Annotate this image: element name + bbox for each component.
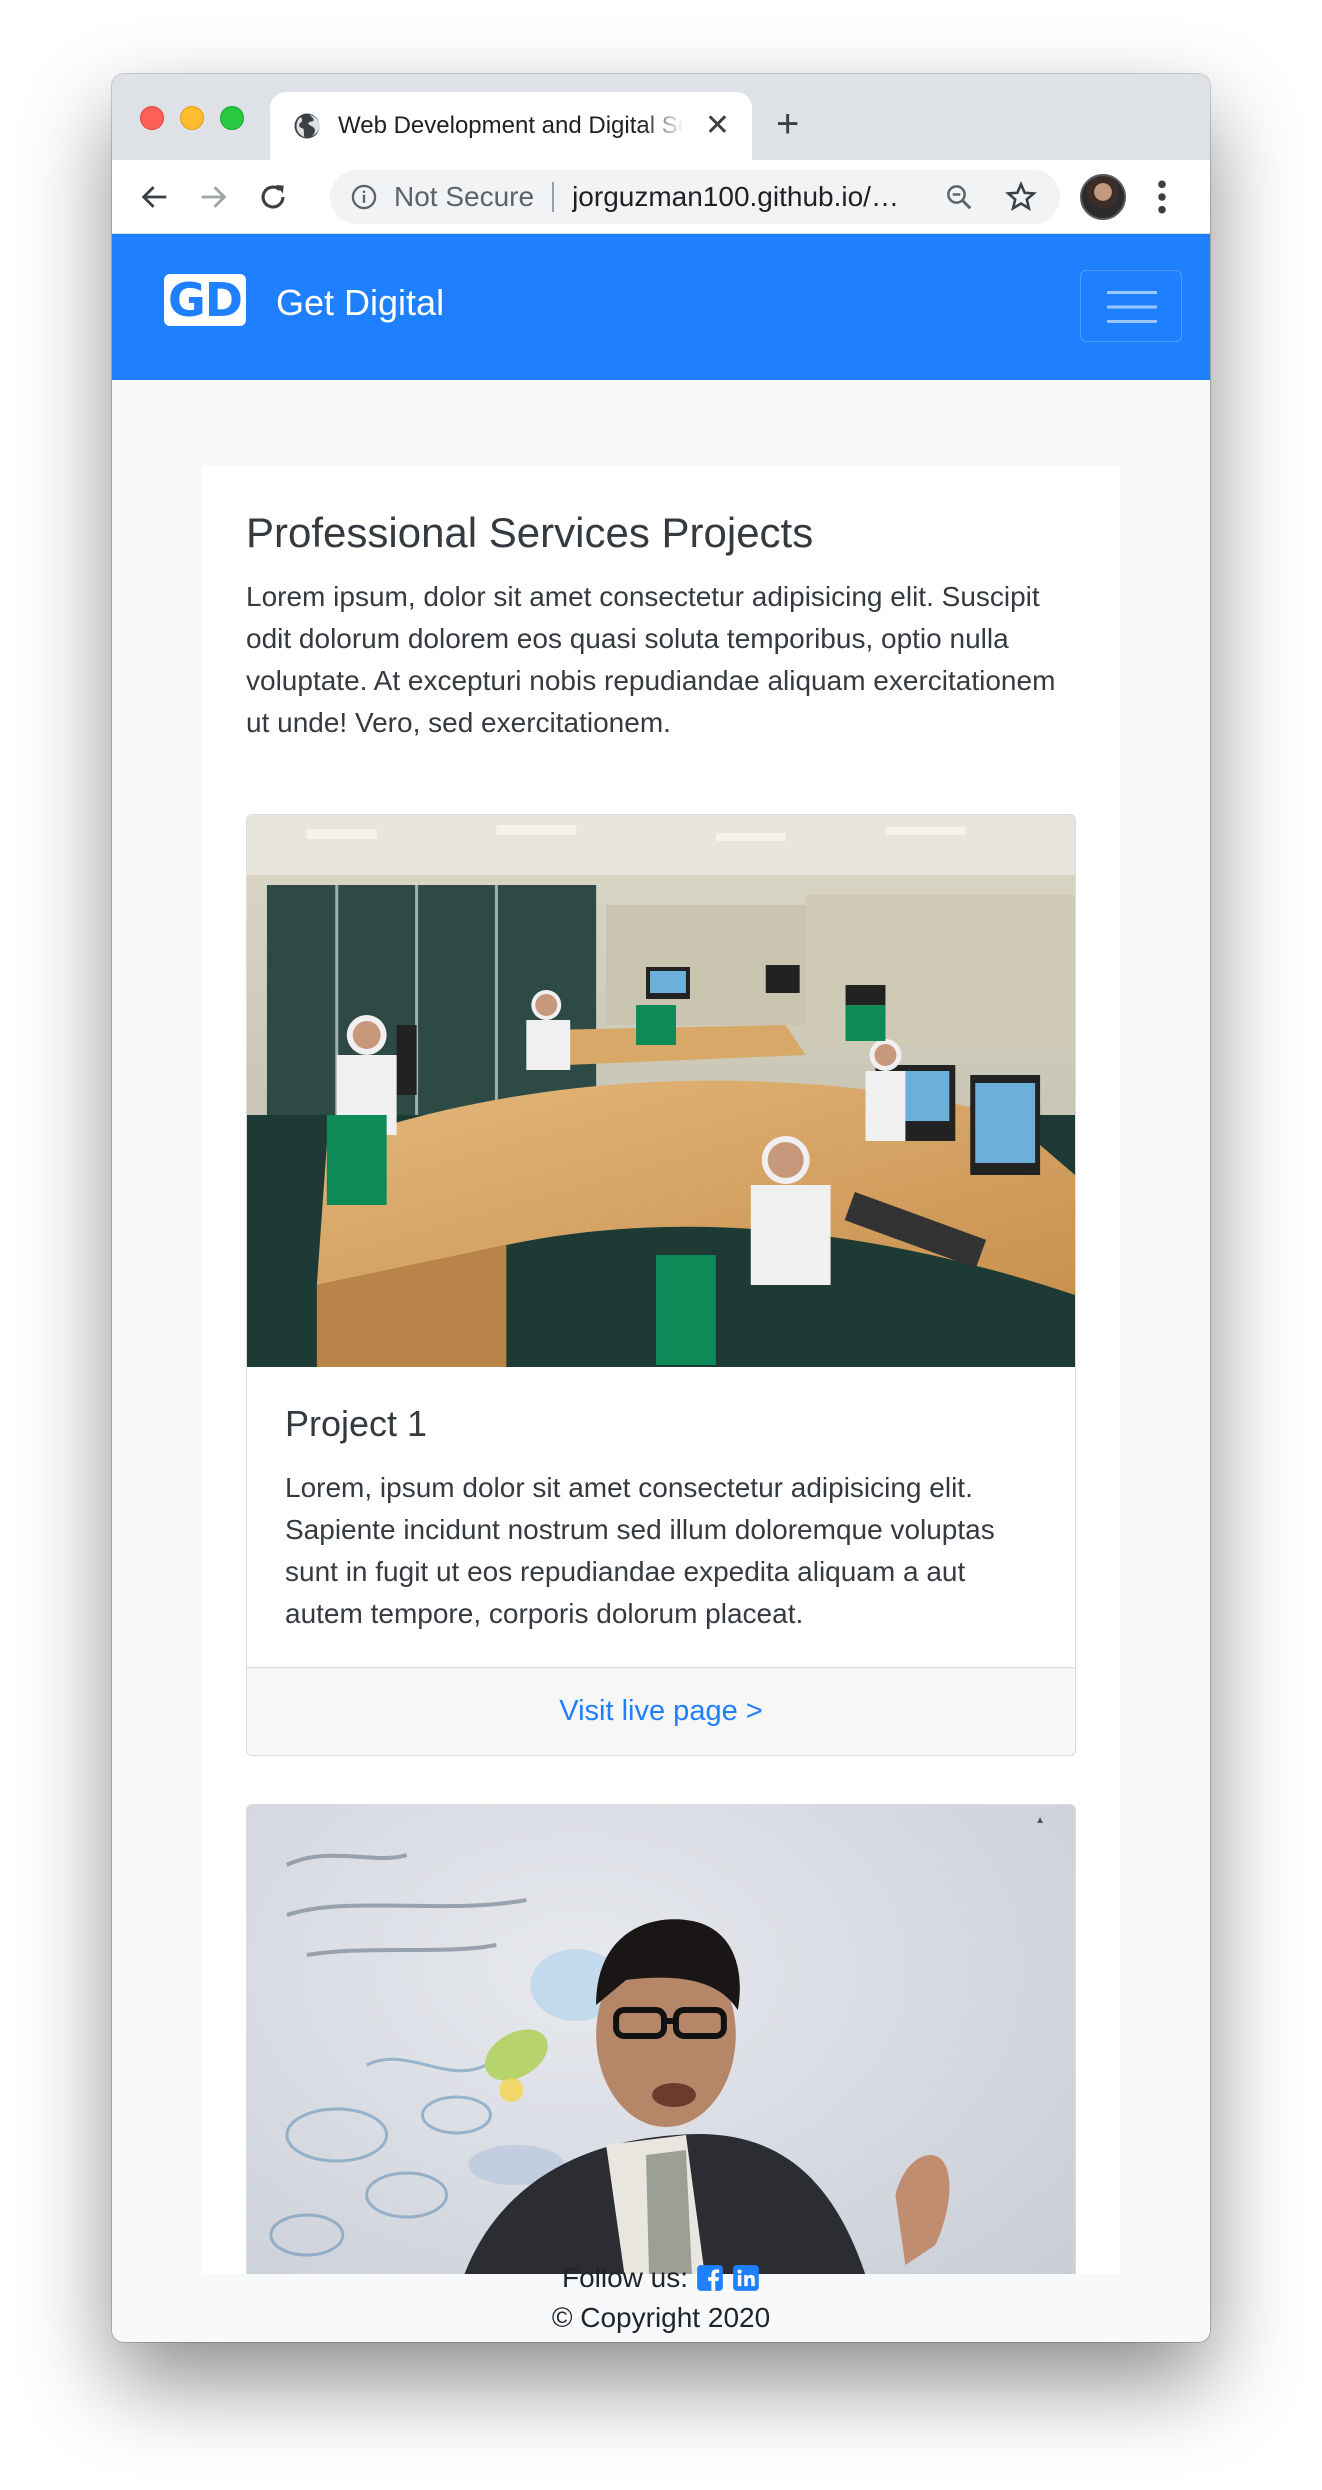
close-window-button[interactable] — [140, 106, 164, 130]
url-text[interactable]: jorguzman100.github.io/… — [572, 181, 922, 213]
brand-logo[interactable]: GD — [164, 274, 246, 326]
section-intro: Lorem ipsum, dolor sit amet consectetur … — [246, 581, 1056, 739]
security-label: Not Secure — [394, 181, 535, 212]
linkedin-icon[interactable] — [732, 2264, 760, 2292]
project-description: Lorem, ipsum dolor sit amet consectetur … — [285, 1472, 995, 1629]
speaker-photo: ▲ — [247, 1805, 1075, 2274]
hamburger-icon — [1107, 291, 1157, 323]
info-icon[interactable] — [350, 183, 378, 211]
back-arrow-icon[interactable] — [138, 180, 172, 214]
zoom-icon[interactable] — [944, 182, 974, 212]
maximize-window-button[interactable] — [220, 106, 244, 130]
browser-tab[interactable]: Web Development and Digital Services ✕ — [270, 92, 752, 160]
section-title: Professional Services Projects — [246, 509, 814, 556]
divider — [552, 182, 555, 212]
tab-strip: Web Development and Digital Services ✕ + — [112, 74, 1210, 160]
forward-arrow-icon[interactable] — [196, 180, 230, 214]
office-photo — [247, 815, 1075, 1367]
project-title: Project 1 — [285, 1403, 428, 1444]
facebook-icon[interactable] — [696, 2264, 724, 2292]
browser-window: Web Development and Digital Services ✕ +… — [112, 74, 1210, 2342]
close-tab-icon[interactable]: ✕ — [705, 111, 730, 141]
site-footer: Follow us: © Copyright 2020 — [112, 2262, 1210, 2342]
globe-icon — [294, 113, 320, 139]
follow-label: Follow us: — [561, 2262, 689, 2293]
site-navbar: GD Get Digital — [112, 234, 1210, 380]
page-content: Professional Services Projects Lorem ips… — [112, 380, 1210, 2274]
new-tab-button[interactable]: + — [776, 104, 799, 144]
visit-live-page-link[interactable]: Visit live page > — [559, 1695, 762, 1728]
tab-title: Web Development and Digital Services — [338, 112, 684, 139]
card-body: Project 1 Lorem, ipsum dolor sit amet co… — [247, 1367, 1075, 1667]
project-card: ▲ — [246, 1804, 1076, 2274]
brand-name[interactable]: Get Digital — [276, 282, 444, 324]
kebab-menu-icon[interactable] — [1152, 178, 1172, 216]
navbar-toggle-button[interactable] — [1080, 270, 1182, 342]
svg-text:▲: ▲ — [1035, 1815, 1045, 1826]
browser-toolbar: Not Secure jorguzman100.github.io/… — [112, 160, 1210, 234]
follow-row: Follow us: — [112, 2262, 1210, 2294]
projects-section: Professional Services Projects Lorem ips… — [202, 466, 1120, 2274]
avatar[interactable] — [1080, 174, 1126, 220]
card-footer: Visit live page > — [247, 1667, 1075, 1755]
star-icon[interactable] — [1004, 180, 1038, 214]
address-bar[interactable]: Not Secure jorguzman100.github.io/… — [330, 170, 1060, 224]
project-card: Project 1 Lorem, ipsum dolor sit amet co… — [246, 814, 1076, 1756]
reload-icon[interactable] — [256, 180, 290, 214]
copyright-text: © Copyright 2020 — [551, 2302, 771, 2333]
minimize-window-button[interactable] — [180, 106, 204, 130]
